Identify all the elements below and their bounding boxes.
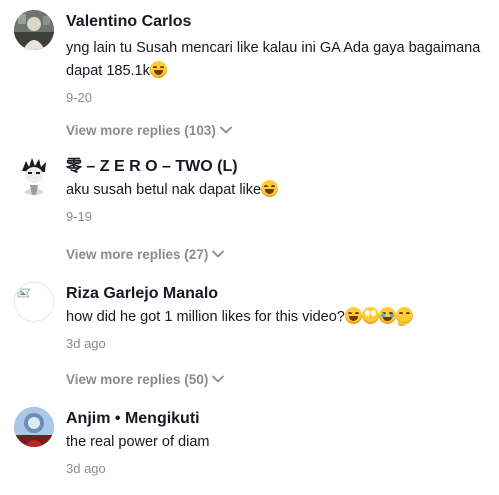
comment-username[interactable]: 零 – Z E R O – TWO (L) — [66, 157, 489, 177]
comment-text-body: the real power of diam — [66, 434, 210, 450]
thinking-face-icon — [395, 307, 413, 326]
comment-date: 3d ago — [66, 336, 106, 351]
avatar[interactable] — [14, 155, 54, 195]
comment-text-body: yng lain tu Susah mencari like kalau ini… — [66, 40, 481, 79]
face-with-rolling-eyes-icon — [361, 307, 379, 324]
loudly-crying-face-icon — [378, 307, 396, 324]
view-more-replies-button[interactable]: View more replies (50) — [66, 371, 225, 389]
face-with-tears-of-joy-icon — [344, 307, 362, 324]
view-more-replies-label: View more replies (27) — [66, 247, 209, 262]
face-with-tears-of-joy-icon — [149, 61, 167, 78]
chevron-down-icon — [212, 376, 225, 383]
broken-image-icon — [15, 283, 53, 321]
view-more-replies-button[interactable]: View more replies (27) — [66, 246, 225, 264]
comment-text: aku susah betul nak dapat like — [66, 179, 489, 202]
chevron-down-icon — [212, 251, 225, 258]
comment-username[interactable]: Riza Garlejo Manalo — [66, 284, 489, 304]
comment-text: the real power of diam — [66, 431, 489, 454]
view-more-replies-label: View more replies (50) — [66, 372, 209, 387]
comment-username[interactable]: Anjim • Mengikuti — [66, 409, 489, 429]
chevron-down-icon — [219, 127, 232, 134]
face-with-tears-of-joy-icon — [261, 180, 279, 197]
view-more-replies-label: View more replies (103) — [66, 123, 216, 138]
comment-date: 3d ago — [66, 461, 106, 476]
view-more-replies-button[interactable]: View more replies (103) — [66, 122, 232, 140]
avatar[interactable] — [14, 407, 54, 447]
comment-text-body: aku susah betul nak dapat like — [66, 182, 262, 198]
comment-text-body: how did he got 1 million likes for this … — [66, 309, 345, 325]
avatar[interactable] — [14, 10, 54, 50]
comment-text: how did he got 1 million likes for this … — [66, 306, 489, 329]
avatar[interactable] — [14, 282, 54, 322]
comment-date: 9-20 — [66, 90, 93, 105]
comment-date: 9-19 — [66, 209, 93, 224]
comment-username[interactable]: Valentino Carlos — [66, 12, 489, 32]
comment-text: yng lain tu Susah mencari like kalau ini… — [66, 37, 489, 83]
